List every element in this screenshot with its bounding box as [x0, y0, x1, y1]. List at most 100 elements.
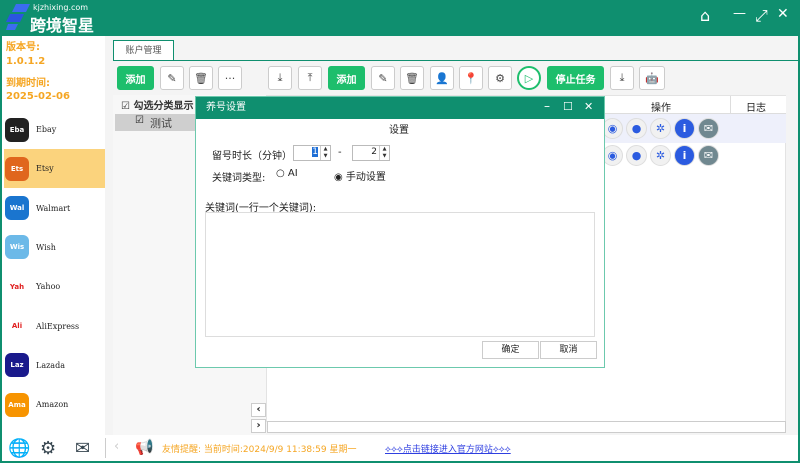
- download-icon: ⤓: [619, 71, 625, 84]
- delete-button[interactable]: 🗑: [400, 66, 424, 90]
- column-log: 日志: [746, 103, 766, 114]
- duration-label: 留号时长（分钟）: [212, 151, 292, 162]
- tab-divider: [113, 60, 798, 61]
- restore-button[interactable]: ⤢: [755, 6, 768, 26]
- checkbox-checked-icon: ☑: [121, 101, 134, 112]
- max-duration-stepper[interactable]: 2 ▲ ▼: [352, 145, 390, 161]
- amazon-icon: Ama: [5, 392, 29, 417]
- expire-label: 到期时间:: [6, 78, 50, 89]
- sidebar-item-ebay[interactable]: Eba Ebay: [4, 110, 105, 149]
- sidebar-item-label: Yahoo: [36, 282, 61, 292]
- download-button[interactable]: ⤓: [610, 66, 634, 90]
- user-check-icon: 👤: [435, 71, 449, 85]
- checkbox-checked-icon[interactable]: ☑: [135, 115, 144, 126]
- walmart-icon: Wal: [5, 196, 29, 221]
- dialog-close-button[interactable]: ✕: [584, 100, 593, 113]
- radio-ai[interactable]: ○ AI: [276, 168, 298, 179]
- start-button[interactable]: ▷: [517, 66, 541, 90]
- home-icon[interactable]: ⌂: [700, 6, 710, 25]
- settings-button[interactable]: ⚙: [488, 66, 512, 90]
- radio-manual[interactable]: ◉ 手动设置: [334, 168, 386, 183]
- chrome-icon[interactable]: ◉: [602, 145, 623, 166]
- sidebar-item-etsy[interactable]: Ets Etsy: [4, 149, 105, 189]
- divider: [105, 438, 106, 458]
- info-icon[interactable]: i: [674, 145, 695, 166]
- keywords-textarea[interactable]: [205, 212, 595, 337]
- version-label: 版本号:: [6, 42, 40, 53]
- radio-unchecked-icon: ○: [276, 168, 288, 179]
- play-icon: ▷: [524, 71, 534, 85]
- scroll-left-button[interactable]: ‹: [251, 403, 266, 417]
- android-button[interactable]: 🤖: [639, 66, 665, 90]
- ok-button[interactable]: 确定: [482, 341, 539, 359]
- cookie-icon[interactable]: ●: [626, 145, 647, 166]
- chevron-left-icon[interactable]: ‹: [114, 439, 119, 454]
- mail-icon[interactable]: ✉: [698, 118, 719, 139]
- brand-name: 跨境智星: [30, 16, 95, 35]
- sidebar-item-amazon[interactable]: Ama Amazon: [4, 385, 105, 424]
- tab-account-management[interactable]: 账户管理: [113, 40, 174, 61]
- sidebar: 版本号: 1.0.1.2 到期时间: 2025-02-06 Eba Ebay Ets…: [2, 36, 105, 435]
- sidebar-item-label: Wish: [36, 242, 56, 252]
- export-button[interactable]: ⤒: [298, 66, 322, 90]
- dialog-heading: 设置: [389, 125, 409, 136]
- globe-icon[interactable]: 🌐: [8, 438, 30, 459]
- site-url: kjzhixing.com: [33, 3, 89, 12]
- sidebar-item-lazada[interactable]: Laz Lazada: [4, 346, 105, 385]
- radio-checked-icon: ◉: [334, 172, 346, 183]
- keyword-type-label: 关键词类型:: [212, 173, 266, 184]
- show-category-checkbox[interactable]: ☑ 勾选分类显示: [121, 97, 193, 112]
- left-edit-button[interactable]: ✎: [160, 66, 184, 90]
- pencil-icon: ✎: [167, 71, 177, 85]
- range-dash: -: [338, 147, 342, 158]
- sidebar-item-aliexpress[interactable]: Ali AliExpress: [4, 307, 105, 346]
- android-icon: 🤖: [645, 71, 659, 85]
- location-pin-icon: 📍: [464, 71, 478, 85]
- close-button[interactable]: ✕: [777, 6, 789, 22]
- gear-icon[interactable]: ⚙: [40, 438, 56, 459]
- stepper-arrows-icon[interactable]: ▲ ▼: [379, 146, 389, 160]
- user-check-button[interactable]: 👤: [430, 66, 454, 90]
- mail-icon[interactable]: ✉: [698, 145, 719, 166]
- status-bar: 🌐 ⚙ ✉ ‹ 📢 友情提醒: 当前时间:2024/9/9 11:38:59 星…: [2, 435, 798, 461]
- min-duration-stepper[interactable]: 1 ▲ ▼: [293, 145, 331, 161]
- cancel-button[interactable]: 取消: [540, 341, 597, 359]
- official-site-link[interactable]: ⟡⟡⟡点击链接进入官方网站⟡⟡⟡: [385, 442, 511, 455]
- wish-icon: Wis: [5, 235, 29, 260]
- sidebar-item-wish[interactable]: Wis Wish: [4, 228, 105, 267]
- stepper-arrows-icon[interactable]: ▲ ▼: [320, 146, 330, 160]
- sidebar-item-label: Etsy: [36, 164, 54, 174]
- proxy-icon[interactable]: ✲: [650, 145, 671, 166]
- proxy-icon[interactable]: ✲: [650, 118, 671, 139]
- scroll-right-button[interactable]: ›: [251, 419, 266, 433]
- expire-value: 2025-02-06: [6, 91, 70, 102]
- column-divider: [730, 96, 731, 114]
- info-icon[interactable]: i: [674, 118, 695, 139]
- stop-task-button[interactable]: 停止任务: [547, 66, 604, 90]
- add-button[interactable]: 添加: [328, 66, 365, 90]
- gear-icon: ⚙: [495, 71, 505, 85]
- left-delete-button[interactable]: 🗑: [189, 66, 213, 90]
- left-add-button[interactable]: 添加: [117, 66, 154, 90]
- edit-button[interactable]: ✎: [371, 66, 395, 90]
- row-actions: ◉ ● ✲ i ✉: [602, 145, 722, 166]
- upload-icon: ⤒: [307, 71, 313, 84]
- mail-icon[interactable]: ✉: [75, 438, 90, 459]
- import-button[interactable]: ⤓: [268, 66, 292, 90]
- sidebar-item-label: AliExpress: [36, 321, 80, 331]
- chrome-icon[interactable]: ◉: [602, 118, 623, 139]
- window-border: [0, 36, 2, 463]
- location-button[interactable]: 📍: [459, 66, 483, 90]
- sidebar-item-yahoo[interactable]: Yah Yahoo: [4, 267, 105, 306]
- dialog-maximize-button[interactable]: ☐: [563, 100, 573, 113]
- row-actions: ◉ ● ✲ i ✉: [602, 118, 722, 139]
- pencil-icon: ✎: [378, 71, 388, 85]
- minimize-button[interactable]: —: [733, 6, 746, 21]
- cookie-icon[interactable]: ●: [626, 118, 647, 139]
- dialog-minimize-button[interactable]: –: [544, 99, 550, 113]
- account-nurture-dialog: 养号设置 – ☐ ✕ 设置 留号时长（分钟） 1 ▲ ▼ - 2 ▲ ▼ 关键词类型: …: [195, 96, 605, 368]
- horizontal-scrollbar[interactable]: [267, 421, 786, 433]
- left-more-button[interactable]: ···: [218, 66, 242, 90]
- sidebar-item-walmart[interactable]: Wal Walmart: [4, 189, 105, 228]
- more-icon: ···: [224, 71, 236, 85]
